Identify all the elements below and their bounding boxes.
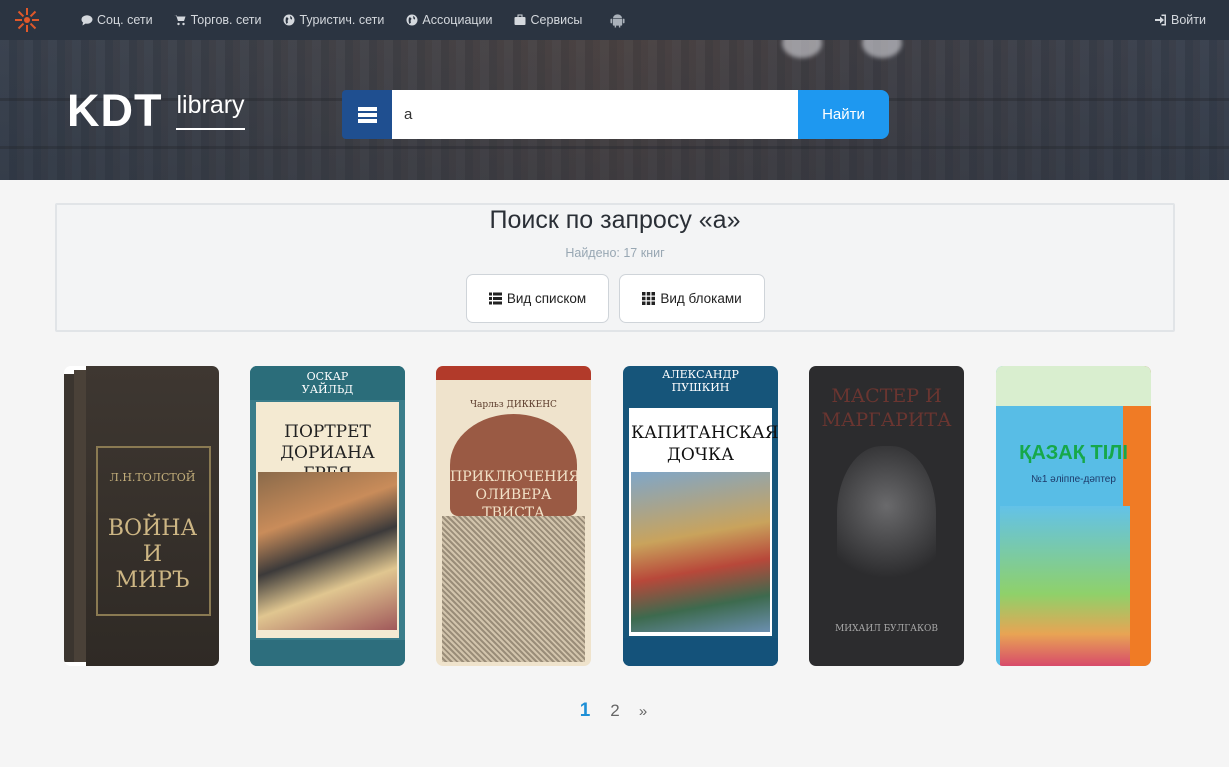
nav-tourism[interactable]: Туристич. сети bbox=[282, 13, 384, 27]
book-card[interactable]: Чарльз ДИККЕНС ПРИКЛЮЧЕНИЯ ОЛИВЕРА ТВИСТ… bbox=[436, 366, 591, 666]
nav-associations[interactable]: Ассоциации bbox=[405, 13, 493, 27]
menu-icon bbox=[357, 105, 377, 125]
view-list-button[interactable]: Вид списком bbox=[466, 274, 609, 323]
book-title: ҚАЗАҚ ТІЛІ bbox=[1019, 442, 1128, 464]
books-grid: Л.Н.ТОЛСТОЙ ВОЙНА И МИРЪ ОСКАР УАЙЛЬД ПО… bbox=[64, 366, 1154, 666]
search-results-header: Поиск по запросу «а» Найдено: 17 книг Ви… bbox=[55, 203, 1175, 332]
next-page-link[interactable]: » bbox=[633, 703, 653, 720]
search-button[interactable]: Найти bbox=[798, 90, 889, 139]
book-title: ПРИКЛЮЧЕНИЯ ОЛИВЕРА ТВИСТА bbox=[450, 469, 580, 521]
book-card[interactable]: ҚАЗАҚ ТІЛІ №1 әліппе-дәптер bbox=[996, 366, 1151, 666]
nav-associations-label: Ассоциации bbox=[422, 13, 493, 27]
globe-icon bbox=[405, 14, 418, 27]
view-grid-label: Вид блоками bbox=[660, 291, 742, 306]
site-logo-icon[interactable] bbox=[14, 7, 40, 33]
view-grid-button[interactable]: Вид блоками bbox=[619, 274, 765, 323]
book-author: Чарльз ДИККЕНС bbox=[470, 400, 557, 410]
book-title: КАПИТАНСКАЯ ДОЧКА bbox=[631, 423, 778, 465]
view-list-label: Вид списком bbox=[506, 291, 587, 306]
view-toggle: Вид списком Вид блоками bbox=[466, 274, 775, 323]
top-navbar: Соц. сети Торгов. сети Туристич. сети Ас… bbox=[0, 0, 1229, 40]
page-2-link[interactable]: 2 bbox=[597, 701, 633, 721]
cover-illustration bbox=[837, 446, 936, 596]
book-card[interactable]: МАСТЕР И МАРГАРИТА МИХАИЛ БУЛГАКОВ bbox=[809, 366, 964, 666]
cover-illustration bbox=[442, 516, 585, 662]
login-link[interactable]: Войти bbox=[1155, 0, 1206, 40]
book-title: МАСТЕР И МАРГАРИТА bbox=[821, 385, 952, 431]
android-icon[interactable] bbox=[610, 13, 625, 28]
book-author: Л.Н.ТОЛСТОЙ bbox=[109, 471, 196, 484]
brand-name: KDT bbox=[67, 85, 163, 136]
grid-icon bbox=[642, 292, 656, 305]
nav-links: Соц. сети Торгов. сети Туристич. сети Ас… bbox=[80, 0, 625, 40]
book-card[interactable]: ОСКАР УАЙЛЬД ПОРТРЕТ ДОРИАНА ГРЕЯ bbox=[250, 366, 405, 666]
pagination: 1 2 » bbox=[573, 700, 653, 722]
cover-illustration bbox=[258, 472, 397, 630]
login-label: Войти bbox=[1171, 13, 1206, 27]
nav-social[interactable]: Соц. сети bbox=[80, 13, 153, 27]
book-subtitle: №1 әліппе-дәптер bbox=[1031, 474, 1116, 485]
book-author: АЛЕКСАНДР ПУШКИН bbox=[662, 368, 739, 394]
search-input[interactable] bbox=[392, 90, 798, 139]
cart-icon bbox=[174, 14, 187, 27]
briefcase-icon bbox=[514, 14, 527, 27]
nav-services[interactable]: Сервисы bbox=[514, 13, 583, 27]
hero-banner: KDT library Найти bbox=[0, 40, 1229, 180]
nav-tourism-label: Туристич. сети bbox=[299, 13, 385, 27]
nav-services-label: Сервисы bbox=[530, 13, 583, 27]
hamburger-menu-button[interactable] bbox=[342, 90, 392, 139]
nav-social-label: Соц. сети bbox=[97, 13, 153, 27]
book-title: ВОЙНА И МИРЪ bbox=[107, 516, 198, 593]
globe-icon bbox=[282, 14, 295, 27]
page-1-current[interactable]: 1 bbox=[573, 700, 597, 722]
brand-logo[interactable]: KDT library bbox=[67, 88, 245, 134]
book-author: МИХАИЛ БУЛГАКОВ bbox=[835, 624, 938, 634]
comment-icon bbox=[80, 14, 93, 27]
cover-illustration bbox=[1000, 506, 1130, 666]
results-count: Найдено: 17 книг bbox=[565, 246, 665, 260]
nav-shops[interactable]: Торгов. сети bbox=[174, 13, 262, 27]
nav-shops-label: Торгов. сети bbox=[190, 13, 262, 27]
sign-in-icon bbox=[1155, 14, 1167, 26]
page-title: Поиск по запросу «а» bbox=[489, 206, 741, 234]
book-author: ОСКАР УАЙЛЬД bbox=[301, 370, 354, 396]
cover-illustration bbox=[631, 472, 770, 632]
list-icon bbox=[488, 292, 502, 305]
brand-sub: library bbox=[176, 90, 245, 130]
book-card[interactable]: Л.Н.ТОЛСТОЙ ВОЙНА И МИРЪ bbox=[64, 366, 219, 666]
search-bar: Найти bbox=[342, 90, 889, 139]
book-card[interactable]: АЛЕКСАНДР ПУШКИН КАПИТАНСКАЯ ДОЧКА bbox=[623, 366, 778, 666]
